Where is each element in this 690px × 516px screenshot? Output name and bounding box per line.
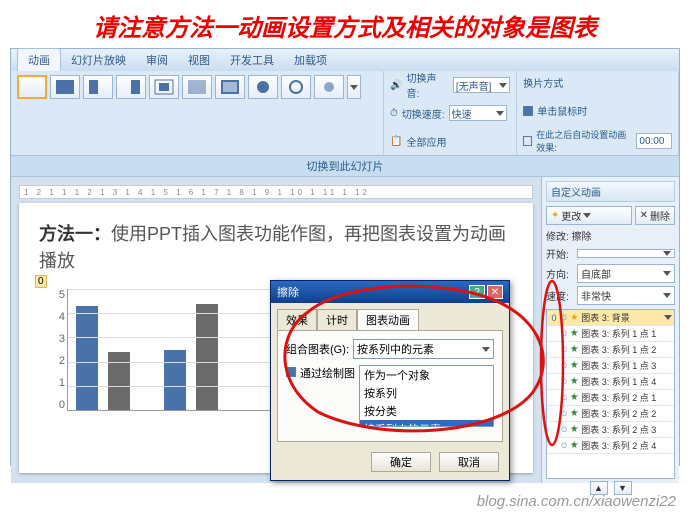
icon-speed: ⏱: [390, 108, 398, 119]
group-options-list[interactable]: 作为一个对象 按系列 按分类 按系列中的元素 按分类中的元素: [359, 365, 494, 427]
option-item[interactable]: 按分类: [360, 402, 493, 420]
transition-thumb[interactable]: [248, 75, 278, 99]
list-item[interactable]: ⏲★图表 3: 系列 1 点 2: [547, 342, 674, 358]
animate-grid-label: 通过绘制图: [300, 365, 355, 381]
modify-label: 修改: 擦除: [546, 228, 675, 243]
speed-label: 切换速度:: [402, 106, 445, 121]
y-axis: 543210: [49, 289, 65, 411]
after-time-input[interactable]: 00:00: [636, 133, 672, 149]
horizontal-ruler: 1 2 1 1 1 2 1 3 1 4 1 5 1 6 1 7 1 8 1 9 …: [19, 185, 533, 199]
tab-addins[interactable]: 加载项: [284, 49, 337, 71]
tab-developer[interactable]: 开发工具: [220, 49, 284, 71]
transition-thumb[interactable]: [116, 75, 146, 99]
slide-title: 方法一：使用PPT插入图表功能作图，再把图表设置为动画播放: [39, 221, 513, 275]
list-item[interactable]: 0⏲★图表 3: 背景: [547, 310, 674, 326]
list-item[interactable]: ⏲★图表 3: 系列 1 点 1: [547, 326, 674, 342]
gallery-more[interactable]: [347, 75, 361, 99]
after-label: 在此之后自动设置动画效果:: [536, 128, 632, 154]
instruction-banner: 请注意方法一动画设置方式及相关的对象是图表: [0, 0, 690, 49]
dialog-title: 擦除: [277, 284, 299, 300]
pane-speed-combo[interactable]: 非常快: [577, 286, 675, 305]
remove-button[interactable]: ✕删除: [635, 206, 675, 225]
after-checkbox[interactable]: [523, 136, 532, 146]
group-chart-combo[interactable]: 按系列中的元素: [353, 339, 494, 359]
list-item[interactable]: ⏲★图表 3: 系列 1 点 4: [547, 374, 674, 390]
advance-mode-label: 换片方式: [523, 75, 672, 90]
transition-thumb[interactable]: [281, 75, 311, 99]
chart[interactable]: 0 543210: [39, 289, 289, 429]
transition-gallery[interactable]: [17, 75, 377, 99]
sound-combo[interactable]: [无声音]: [453, 77, 510, 93]
group-chart-label: 组合图表(G):: [286, 341, 349, 357]
direction-combo[interactable]: 自底部: [577, 264, 675, 283]
transition-thumb[interactable]: [314, 75, 344, 99]
dialog-tab-chartanim[interactable]: 图表动画: [357, 309, 419, 330]
bar-s1-c1: [76, 306, 98, 410]
list-item[interactable]: ⏲★图表 3: 系列 1 点 3: [547, 358, 674, 374]
speed-label: 速度:: [546, 288, 574, 303]
bar-s1-c2: [164, 350, 186, 411]
dialog-titlebar[interactable]: 擦除 ? ✕: [271, 281, 509, 303]
sound-label: 切换声音:: [406, 70, 448, 100]
effect-options-dialog: 擦除 ? ✕ 效果 计时 图表动画 组合图表(G): 按系列中的元素 通过绘制图…: [270, 280, 510, 481]
start-combo[interactable]: [577, 249, 675, 258]
applyall-icon: 📋: [390, 136, 402, 147]
tab-view[interactable]: 视图: [178, 49, 220, 71]
onclick-label: 单击鼠标时: [537, 103, 587, 118]
pane-title: 自定义动画: [546, 181, 675, 202]
plot-area: [67, 289, 289, 411]
onclick-checkbox[interactable]: [523, 106, 533, 116]
cancel-button[interactable]: 取消: [439, 452, 499, 472]
start-label: 开始:: [546, 246, 574, 261]
animate-grid-checkbox[interactable]: [286, 367, 296, 377]
option-item[interactable]: 按系列中的元素: [360, 420, 493, 427]
list-item[interactable]: ⏲★图表 3: 系列 2 点 2: [547, 406, 674, 422]
transition-thumb[interactable]: [215, 75, 245, 99]
dialog-tab-timing[interactable]: 计时: [317, 309, 357, 330]
list-item[interactable]: ⏲★图表 3: 系列 2 点 1: [547, 390, 674, 406]
dialog-tab-effect[interactable]: 效果: [277, 309, 317, 330]
option-item[interactable]: 作为一个对象: [360, 366, 493, 384]
list-item[interactable]: ⏲★图表 3: 系列 2 点 3: [547, 422, 674, 438]
close-icon[interactable]: ✕: [487, 285, 503, 299]
icon-sound: 🔊: [390, 80, 402, 91]
speed-combo[interactable]: 快速: [449, 105, 507, 121]
transition-thumb[interactable]: [149, 75, 179, 99]
watermark: blog.sina.com.cn/xiaowenzi22: [477, 493, 676, 510]
bar-s2-c2: [196, 304, 218, 410]
transition-thumb[interactable]: [83, 75, 113, 99]
custom-animation-pane: 自定义动画 ✦更改 ✕删除 修改: 擦除 开始: 方向:自底部 速度:非常快 0…: [541, 177, 679, 483]
transition-thumb[interactable]: [182, 75, 212, 99]
animation-tag: 0: [35, 275, 47, 288]
transition-none[interactable]: [17, 75, 47, 99]
ok-button[interactable]: 确定: [371, 452, 431, 472]
list-item[interactable]: ⏲★图表 3: 系列 2 点 4: [547, 438, 674, 454]
animation-list[interactable]: 0⏲★图表 3: 背景 ⏲★图表 3: 系列 1 点 1 ⏲★图表 3: 系列 …: [546, 309, 675, 479]
tab-slideshow[interactable]: 幻灯片放映: [61, 49, 136, 71]
ribbon: 🔊 切换声音: [无声音] ⏱ 切换速度: 快速 📋全部应用 换片方式 单击鼠标时 在此…: [11, 71, 679, 156]
ribbon-group-title: 切换到此幻灯片: [11, 156, 679, 177]
ribbon-tabs: 动画 幻灯片放映 审阅 视图 开发工具 加载项: [11, 49, 679, 71]
change-button[interactable]: ✦更改: [546, 206, 632, 225]
help-icon[interactable]: ?: [469, 285, 485, 299]
direction-label: 方向:: [546, 266, 574, 281]
option-item[interactable]: 按系列: [360, 384, 493, 402]
tab-review[interactable]: 审阅: [136, 49, 178, 71]
apply-all-button[interactable]: 📋全部应用: [390, 131, 510, 151]
transition-thumb[interactable]: [50, 75, 80, 99]
tab-animation[interactable]: 动画: [17, 48, 61, 71]
